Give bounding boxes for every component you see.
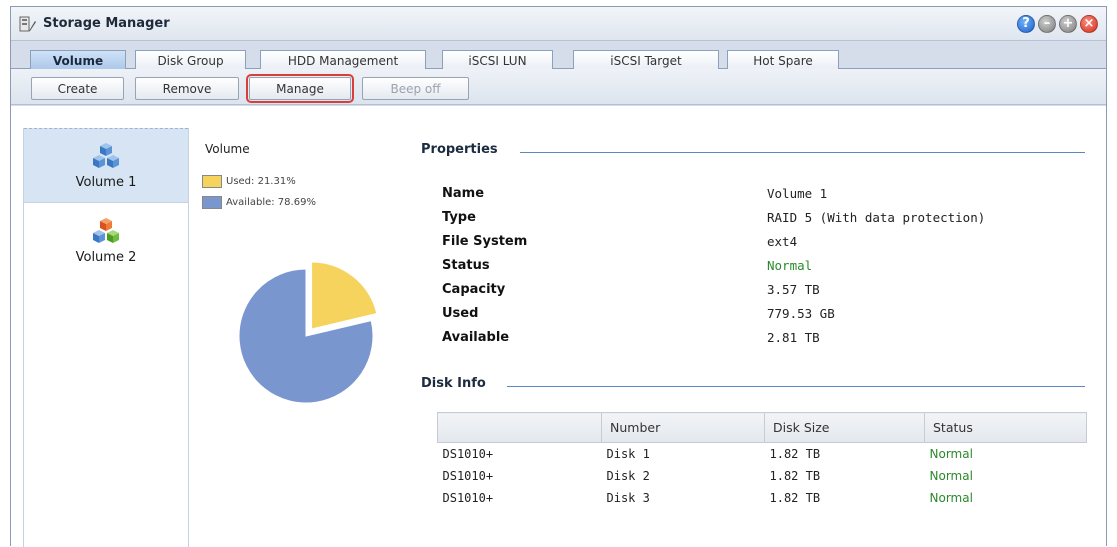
window-title: Storage Manager — [43, 16, 170, 31]
property-key: Available — [442, 330, 510, 345]
properties-divider — [520, 152, 1085, 153]
column-header-number[interactable]: Number — [601, 412, 765, 443]
tab-disk-group[interactable]: Disk Group — [135, 50, 246, 70]
property-key: Used — [442, 306, 479, 321]
storage-manager-icon — [19, 16, 36, 31]
table-row[interactable]: DS1010+ Disk 1 1.82 TB Normal — [438, 443, 1087, 465]
volume-list-item-1[interactable]: Volume 1 — [24, 128, 188, 203]
property-value: 2.81 TB — [767, 330, 820, 345]
property-key: Name — [442, 186, 485, 201]
window-controls: ? – + × — [1017, 14, 1106, 33]
disk-size-cell: 1.82 TB — [769, 468, 821, 483]
table-row[interactable]: DS1010+ Disk 2 1.82 TB Normal — [438, 465, 1087, 487]
disk-status-cell: Normal — [929, 446, 973, 461]
tab-hdd-management[interactable]: HDD Management — [260, 50, 426, 70]
property-value: ext4 — [767, 234, 798, 249]
disk-info-heading: Disk Info — [421, 376, 486, 391]
main-content: Volume 1 Volume 2 Volume Used: 21.31% Av… — [11, 106, 1106, 547]
manage-button[interactable]: Manage — [246, 74, 354, 103]
maximize-icon[interactable]: + — [1059, 14, 1077, 33]
property-key: Status — [442, 258, 490, 273]
table-row[interactable]: DS1010+ Disk 3 1.82 TB Normal — [438, 487, 1087, 509]
disk-table-header-row: Number Disk Size Status — [437, 412, 1087, 443]
legend-available: Available: 78.69% — [202, 196, 316, 209]
disk-size-cell: 1.82 TB — [769, 490, 821, 505]
volume-usage-title: Volume — [205, 142, 250, 156]
tab-iscsi-target[interactable]: iSCSI Target — [573, 50, 719, 70]
close-icon[interactable]: × — [1080, 14, 1098, 33]
volume-cubes-icon — [93, 218, 119, 243]
tab-volume[interactable]: Volume — [30, 50, 126, 71]
disk-number-cell: Disk 2 — [606, 468, 650, 483]
column-header-disk-size[interactable]: Disk Size — [764, 412, 925, 443]
property-value: Normal — [767, 258, 813, 273]
property-key: File System — [442, 234, 528, 249]
disk-size-cell: 1.82 TB — [769, 446, 821, 461]
properties-heading: Properties — [421, 142, 498, 157]
legend-available-label: Available: 78.69% — [226, 197, 316, 208]
help-icon[interactable]: ? — [1017, 14, 1035, 33]
toolbar: Create Remove Manage Beep off — [11, 69, 1106, 105]
legend-used: Used: 21.31% — [202, 175, 296, 188]
disk-host-cell: DS1010+ — [442, 490, 494, 505]
beep-off-button[interactable]: Beep off — [362, 77, 469, 100]
property-value: 779.53 GB — [767, 306, 835, 321]
pie-slice-used — [311, 261, 378, 330]
disk-info-divider — [507, 386, 1085, 387]
column-header-status[interactable]: Status — [924, 412, 1087, 443]
tab-bar: Volume Disk Group HDD Management iSCSI L… — [11, 41, 1106, 71]
volume-list-label: Volume 2 — [75, 250, 137, 265]
volume-list: Volume 1 Volume 2 — [23, 128, 189, 547]
storage-manager-window: Storage Manager ? – + × Volume Disk Grou… — [10, 6, 1107, 547]
volume-cubes-icon — [93, 143, 119, 168]
column-header-host[interactable] — [437, 412, 602, 443]
property-key: Type — [442, 210, 476, 225]
disk-host-cell: DS1010+ — [442, 446, 494, 461]
create-button[interactable]: Create — [31, 77, 124, 100]
disk-number-cell: Disk 1 — [606, 446, 650, 461]
disk-number-cell: Disk 3 — [606, 490, 650, 505]
volume-list-label: Volume 1 — [75, 175, 137, 190]
disk-info-table: Number Disk Size Status DS1010+ Disk 1 1.8… — [437, 412, 1087, 509]
property-value: Volume 1 — [767, 186, 828, 201]
disk-status-cell: Normal — [929, 468, 973, 483]
legend-swatch-used — [202, 175, 222, 188]
property-value: RAID 5 (With data protection) — [767, 210, 986, 225]
volume-list-item-2[interactable]: Volume 2 — [24, 203, 188, 278]
volume-usage-pie-chart — [238, 261, 378, 404]
legend-swatch-available — [202, 196, 222, 209]
tab-iscsi-lun[interactable]: iSCSI LUN — [442, 50, 553, 70]
remove-button[interactable]: Remove — [135, 77, 239, 100]
minimize-icon[interactable]: – — [1038, 14, 1056, 33]
legend-used-label: Used: 21.31% — [226, 176, 296, 187]
disk-host-cell: DS1010+ — [442, 468, 494, 483]
tab-hot-spare[interactable]: Hot Spare — [727, 50, 839, 70]
title-bar[interactable]: Storage Manager ? – + × — [11, 7, 1106, 41]
disk-status-cell: Normal — [929, 490, 973, 505]
property-key: Capacity — [442, 282, 506, 297]
property-value: 3.57 TB — [767, 282, 820, 297]
